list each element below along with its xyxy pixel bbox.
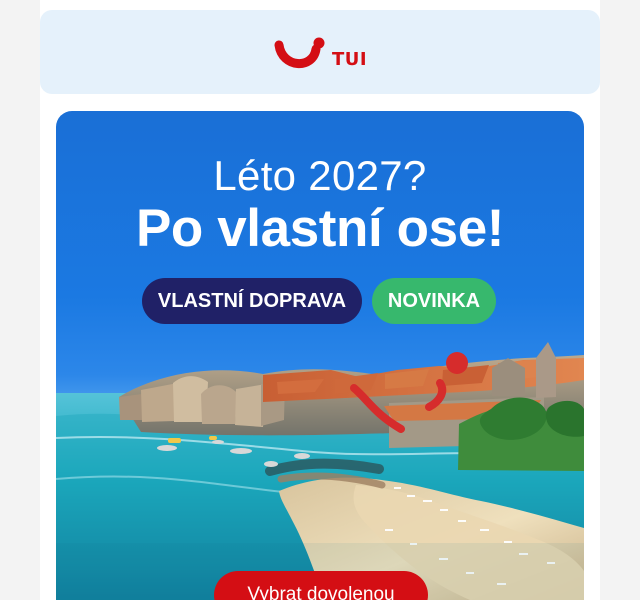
header-banner: TUI — [40, 10, 600, 94]
tui-logo-text: TUI — [332, 49, 368, 70]
tui-smile-logo-icon — [274, 37, 325, 69]
new-badge: NOVINKA — [372, 278, 496, 324]
choose-holiday-button[interactable]: Vybrat dovolenou — [214, 571, 428, 600]
hero-badges: VLASTNÍ DOPRAVA NOVINKA — [142, 278, 496, 324]
email-container: TUI Léto 2027? Po vlastní ose! VLASTNÍ D… — [40, 0, 600, 600]
hero-banner: Léto 2027? Po vlastní ose! VLASTNÍ DOPRA… — [56, 111, 584, 600]
hero-headline-small: Léto 2027? — [213, 152, 427, 199]
own-transport-badge: VLASTNÍ DOPRAVA — [142, 278, 362, 324]
hero-headline-large: Po vlastní ose! — [135, 199, 505, 258]
tui-logo-link[interactable]: TUI — [274, 37, 367, 79]
